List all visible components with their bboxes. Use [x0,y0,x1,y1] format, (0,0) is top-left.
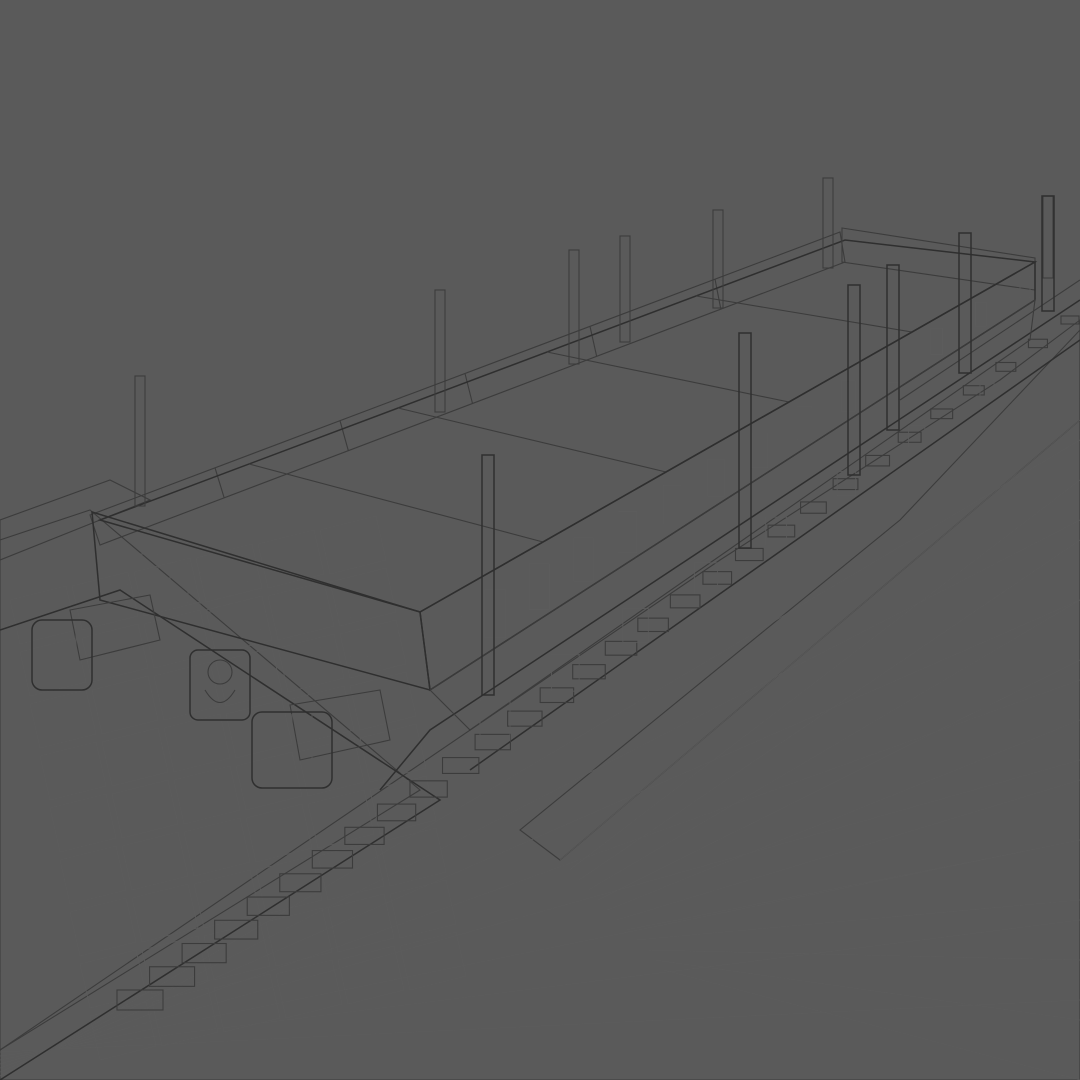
wagon-render [0,0,1080,1080]
render-viewport [0,0,1080,1080]
background [0,0,1080,1080]
